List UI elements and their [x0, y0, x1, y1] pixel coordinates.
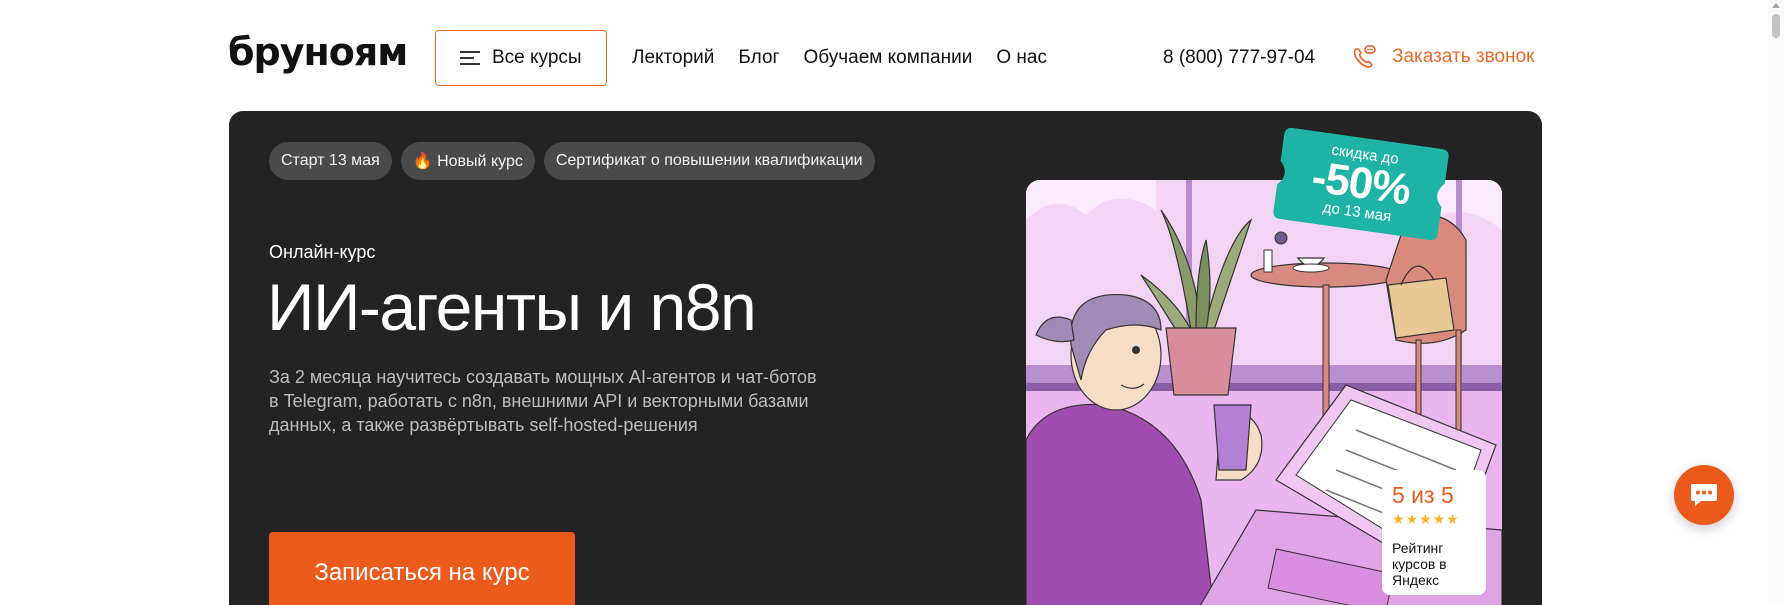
nav-item-companies[interactable]: Обучаем компании — [803, 47, 972, 69]
site-header: бруноям Все курсы Лекторий Блог Обучаем … — [0, 0, 1784, 112]
tag-start-date: Старт 13 мая — [269, 142, 392, 180]
nav-item-about[interactable]: О нас — [996, 47, 1047, 69]
chat-icon — [1691, 484, 1717, 506]
callback-link[interactable]: Заказать звонок — [1350, 43, 1534, 71]
scrollbar[interactable] — [1768, 0, 1784, 605]
logo[interactable]: бруноям — [228, 30, 408, 74]
rating-label: Рейтинг курсов в Яндекс — [1392, 540, 1447, 588]
course-tags: Старт 13 мая 🔥 Новый курс Сертификат о п… — [269, 142, 875, 180]
rating-score: 5 из 5 — [1392, 482, 1454, 508]
nav-item-lectures[interactable]: Лекторий — [632, 47, 714, 69]
tag-certificate: Сертификат о повышении квалификации — [543, 142, 875, 180]
page-title: ИИ-агенты и n8n — [267, 270, 757, 344]
phone-number[interactable]: 8 (800) 777-97-04 — [1163, 47, 1315, 69]
star-icon: ★ — [1419, 511, 1433, 527]
burger-icon — [460, 51, 480, 65]
star-icon: ★ — [1432, 511, 1447, 527]
callback-label: Заказать звонок — [1392, 46, 1535, 67]
all-courses-button[interactable]: Все курсы — [435, 30, 607, 86]
star-icon: ★ — [1446, 511, 1460, 527]
all-courses-label: Все курсы — [492, 47, 582, 68]
enroll-button[interactable]: Записаться на курс — [269, 532, 575, 605]
chat-button[interactable] — [1674, 465, 1734, 525]
scroll-up-arrow-icon[interactable] — [1772, 3, 1780, 8]
nav-item-blog[interactable]: Блог — [738, 47, 779, 69]
tag-new-course: 🔥 Новый курс — [400, 142, 535, 180]
course-description: За 2 месяца научитесь создавать мощных A… — [269, 367, 817, 435]
star-icon: ★ — [1392, 511, 1406, 527]
star-icon: ★ — [1405, 511, 1420, 527]
course-format: Онлайн-курс — [269, 242, 376, 262]
phone-icon — [1353, 45, 1376, 68]
scroll-thumb[interactable] — [1772, 14, 1780, 38]
rating-card: 5 из 5 ★★★★★ Рейтинг курсов в Яндекс — [1382, 470, 1486, 595]
main-nav: Лекторий Блог Обучаем компании О нас — [632, 47, 1047, 69]
rating-stars: ★★★★★ — [1392, 511, 1476, 528]
